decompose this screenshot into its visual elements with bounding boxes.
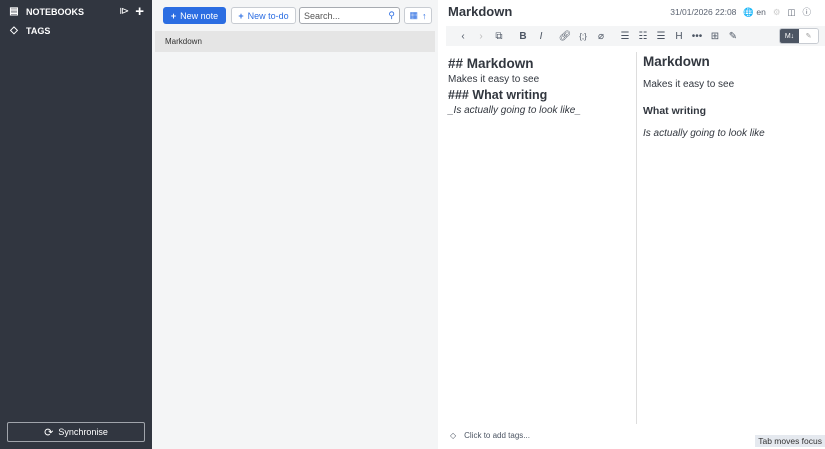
toggle-notebooks-icon[interactable]: ⧐: [119, 6, 129, 17]
search-icon[interactable]: ⚲: [388, 10, 395, 21]
horizontal-rule-icon[interactable]: •••: [688, 31, 706, 42]
tag-icon: ◇: [10, 25, 18, 36]
editor-toggle[interactable]: M↓ ✎: [779, 28, 819, 44]
editor: Markdown 31/01/2026 22:08 🌐 en ⚙ ◫ ⓘ ‹ › ⧉…: [438, 0, 825, 449]
info-icon[interactable]: ⓘ: [802, 6, 811, 18]
sync-icon: ⟳: [44, 426, 54, 439]
numbered-list-icon[interactable]: ☷: [634, 31, 652, 42]
search-input[interactable]: Search... ⚲: [299, 7, 400, 24]
note-list-item[interactable]: Markdown: [155, 31, 435, 52]
markdown-mode-button[interactable]: M↓: [780, 29, 799, 43]
bold-icon[interactable]: B: [514, 31, 532, 42]
checklist-icon[interactable]: ☰: [652, 31, 670, 42]
note-date: 31/01/2026 22:08: [670, 7, 737, 17]
synchronise-button[interactable]: ⟳ Synchronise: [7, 422, 145, 442]
new-note-button[interactable]: + New note: [163, 7, 226, 24]
markdown-source[interactable]: ## Markdown Makes it easy to see ### Wha…: [448, 56, 636, 116]
new-todo-button[interactable]: + New to-do: [231, 7, 296, 24]
back-icon[interactable]: ‹: [454, 31, 472, 42]
sidebar: ▤ NOTEBOOKS ⧐ + ◇ TAGS ⟳ Synchronise: [0, 0, 152, 449]
attach-icon[interactable]: ⌀: [592, 31, 610, 42]
language-selector[interactable]: 🌐 en: [743, 7, 765, 18]
editor-toolbar: ‹ › ⧉ BI 🔗︎ {;} ⌀ ☰ ☷ ☰ H ••• ⊞ ✎ M↓ ✎: [446, 26, 825, 46]
link-icon[interactable]: 🔗︎: [556, 31, 574, 42]
tag-icon: ◇: [450, 431, 457, 440]
layout-toggle-icon[interactable]: ◫: [787, 7, 795, 18]
note-title[interactable]: Markdown: [448, 4, 512, 19]
sort-arrow-up-icon[interactable]: ↑: [422, 11, 427, 21]
pen-icon[interactable]: ✎: [724, 31, 742, 42]
markdown-preview: Markdown Makes it easy to see What writi…: [643, 54, 765, 139]
forward-icon[interactable]: ›: [472, 31, 490, 42]
external-edit-icon[interactable]: ⧉: [490, 31, 508, 42]
add-notebook-icon[interactable]: +: [135, 3, 144, 20]
pane-divider: [636, 52, 637, 424]
bulleted-list-icon[interactable]: ☰: [616, 31, 634, 42]
spellcheck-icon[interactable]: ⚙: [773, 7, 781, 18]
tag-bar[interactable]: ◇ Click to add tags...: [450, 431, 530, 440]
insert-date-icon[interactable]: ⊞: [706, 31, 724, 42]
note-list: + New note + New to-do Search... ⚲ ▦ ↑ Markd…: [152, 0, 438, 449]
calendar-icon[interactable]: ▦: [409, 10, 418, 21]
tab-moves-focus-indicator: Tab moves focus: [755, 435, 825, 447]
sidebar-tags[interactable]: ◇ TAGS: [0, 21, 152, 40]
rich-text-mode-button[interactable]: ✎: [799, 29, 818, 43]
italic-icon[interactable]: I: [532, 31, 550, 42]
notebook-icon: ▤: [9, 6, 19, 17]
sort-buttons[interactable]: ▦ ↑: [404, 7, 432, 24]
code-icon[interactable]: {;}: [574, 32, 592, 41]
heading-icon[interactable]: H: [670, 31, 688, 42]
